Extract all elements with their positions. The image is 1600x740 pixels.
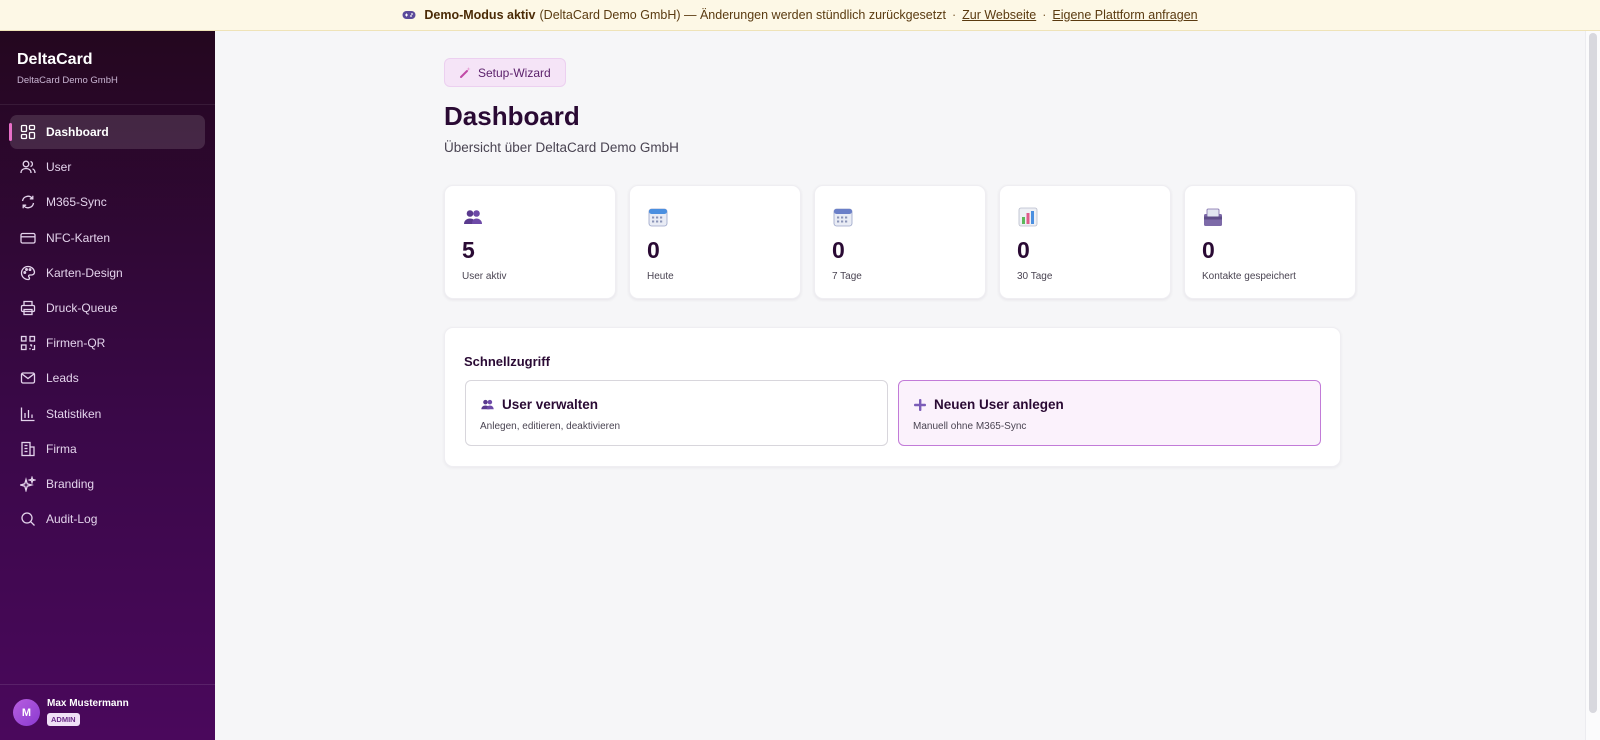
brand-title: DeltaCard bbox=[17, 51, 93, 68]
sidebar: DeltaCard DeltaCard Demo GmbH Dashboard … bbox=[0, 31, 215, 740]
stat-value: 0 bbox=[832, 237, 845, 263]
sidebar-item-leads[interactable]: Leads bbox=[10, 361, 205, 395]
sidebar-item-karten-design[interactable]: Karten-Design bbox=[10, 256, 205, 290]
action-description: Manuell ohne M365-Sync bbox=[913, 421, 1027, 432]
stat-card-30-tage: 0 30 Tage bbox=[999, 185, 1171, 299]
building-icon bbox=[20, 441, 36, 457]
role-badge: ADMIN bbox=[47, 713, 80, 726]
add-user-button[interactable]: Neuen User anlegen Manuell ohne M365-Syn… bbox=[898, 380, 1321, 446]
sidebar-item-firmen-qr[interactable]: Firmen-QR bbox=[10, 326, 205, 360]
card-box-icon bbox=[1204, 208, 1222, 226]
mail-icon bbox=[20, 370, 36, 386]
sidebar-item-label: NFC-Karten bbox=[46, 230, 111, 245]
wand-icon bbox=[460, 67, 471, 78]
request-platform-link[interactable]: Eigene Plattform anfragen bbox=[1052, 8, 1197, 22]
setup-wizard-button[interactable]: Setup-Wizard bbox=[444, 58, 566, 87]
stat-label: Heute bbox=[647, 271, 674, 282]
demo-banner-title: Demo-Modus aktiv bbox=[424, 8, 536, 22]
sync-icon bbox=[20, 194, 36, 210]
quick-access-title: Schnellzugriff bbox=[464, 354, 550, 369]
sparkle-icon bbox=[20, 475, 36, 492]
action-title: User verwalten bbox=[502, 397, 599, 412]
sidebar-item-label: M365-Sync bbox=[46, 195, 107, 210]
stats-row: 5 User aktiv 0 Heute 0 7 Tage 0 30 Tage … bbox=[444, 185, 1356, 299]
manage-users-button[interactable]: User verwalten Anlegen, editieren, deakt… bbox=[465, 380, 888, 446]
page-subtitle: Übersicht über DeltaCard Demo GmbH bbox=[444, 140, 679, 155]
users-emoji-icon bbox=[481, 399, 494, 410]
sidebar-item-label: Firmen-QR bbox=[46, 336, 106, 351]
bar-chart-icon bbox=[1018, 207, 1038, 227]
sidebar-item-nfc-karten[interactable]: NFC-Karten bbox=[10, 221, 205, 255]
stat-card-heute: 0 Heute bbox=[629, 185, 801, 299]
stat-label: User aktiv bbox=[462, 271, 507, 282]
brand: DeltaCard DeltaCard Demo GmbH bbox=[0, 31, 215, 105]
chart-icon bbox=[20, 406, 36, 422]
action-description: Anlegen, editieren, deaktivieren bbox=[480, 421, 621, 432]
action-title: Neuen User anlegen bbox=[934, 397, 1064, 412]
sidebar-item-branding[interactable]: Branding bbox=[10, 467, 205, 501]
dashboard-icon bbox=[20, 124, 36, 140]
avatar: M bbox=[13, 699, 40, 726]
sidebar-item-label: Statistiken bbox=[46, 406, 102, 421]
demo-banner: Demo-Modus aktiv (DeltaCard Demo GmbH) —… bbox=[0, 0, 1600, 31]
search-icon bbox=[20, 511, 36, 527]
plus-icon bbox=[914, 398, 926, 411]
stat-card-7-tage: 0 7 Tage bbox=[814, 185, 986, 299]
sidebar-item-label: Branding bbox=[46, 476, 95, 491]
printer-icon bbox=[20, 300, 36, 316]
scrollbar[interactable] bbox=[1585, 31, 1600, 740]
scrollbar-thumb[interactable] bbox=[1589, 33, 1597, 713]
demo-banner-text: (DeltaCard Demo GmbH) — Änderungen werde… bbox=[539, 8, 946, 22]
qr-icon bbox=[20, 335, 36, 351]
sidebar-item-m365-sync[interactable]: M365-Sync bbox=[10, 185, 205, 219]
users-icon bbox=[20, 159, 36, 175]
stat-card-kontakte: 0 Kontakte gespeichert bbox=[1184, 185, 1356, 299]
sidebar-item-statistiken[interactable]: Statistiken bbox=[10, 397, 205, 431]
sidebar-item-label: Karten-Design bbox=[46, 265, 123, 280]
stat-label: 30 Tage bbox=[1017, 271, 1053, 282]
sidebar-item-firma[interactable]: Firma bbox=[10, 432, 205, 466]
quick-access-panel: Schnellzugriff User verwalten Anlegen, e… bbox=[444, 327, 1341, 467]
stat-label: Kontakte gespeichert bbox=[1202, 271, 1296, 282]
stat-value: 0 bbox=[647, 237, 660, 263]
gamepad-icon bbox=[402, 11, 416, 19]
stat-value: 0 bbox=[1017, 237, 1030, 263]
stat-label: 7 Tage bbox=[832, 271, 862, 282]
separator: · bbox=[951, 8, 957, 22]
sidebar-nav: Dashboard User M365-Sync NFC-Karten Kart… bbox=[0, 105, 215, 536]
sidebar-item-label: Leads bbox=[46, 371, 79, 386]
sidebar-item-label: Audit-Log bbox=[46, 512, 98, 527]
calendar-icon bbox=[648, 208, 668, 227]
brand-subtitle: DeltaCard Demo GmbH bbox=[17, 75, 118, 86]
website-link[interactable]: Zur Webseite bbox=[962, 8, 1036, 22]
sidebar-item-label: Firma bbox=[46, 441, 77, 456]
separator: · bbox=[1042, 8, 1047, 22]
user-name: Max Mustermann bbox=[47, 698, 129, 709]
page-title: Dashboard bbox=[444, 101, 580, 131]
sidebar-item-label: Dashboard bbox=[46, 125, 109, 139]
calendar-icon bbox=[833, 208, 853, 227]
stat-value: 5 bbox=[462, 237, 475, 263]
setup-wizard-label: Setup-Wizard bbox=[478, 65, 551, 80]
sidebar-item-user[interactable]: User bbox=[10, 150, 205, 184]
main-content: Setup-Wizard Dashboard Übersicht über De… bbox=[215, 31, 1585, 740]
sidebar-item-audit-log[interactable]: Audit-Log bbox=[10, 502, 205, 536]
sidebar-item-label: User bbox=[46, 160, 72, 175]
sidebar-item-label: Druck-Queue bbox=[46, 300, 118, 315]
stat-value: 0 bbox=[1202, 237, 1215, 263]
palette-icon bbox=[20, 265, 36, 281]
card-icon bbox=[20, 230, 36, 246]
current-user[interactable]: M Max Mustermann ADMIN bbox=[0, 684, 215, 740]
sidebar-item-druck-queue[interactable]: Druck-Queue bbox=[10, 291, 205, 325]
users-emoji-icon bbox=[464, 210, 482, 224]
sidebar-item-dashboard[interactable]: Dashboard bbox=[9, 115, 205, 149]
stat-card-user-aktiv: 5 User aktiv bbox=[444, 185, 616, 299]
